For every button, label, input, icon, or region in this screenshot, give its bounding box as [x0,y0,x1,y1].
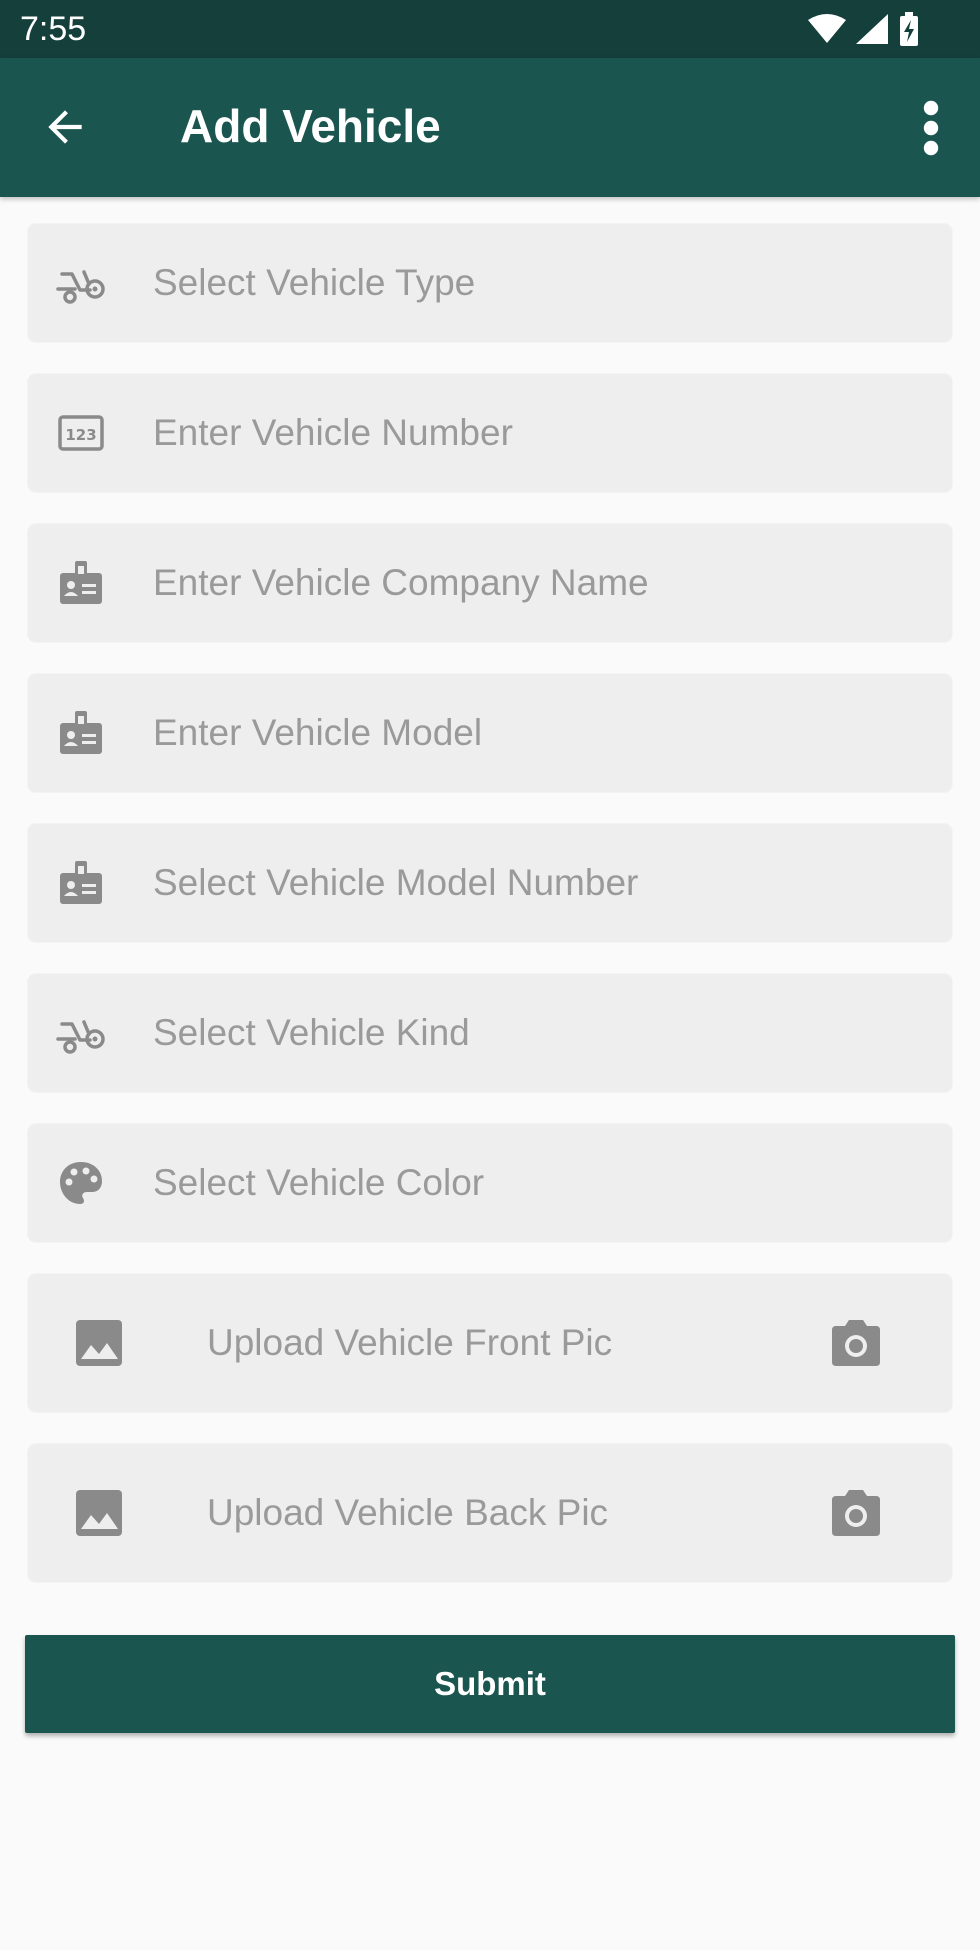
upload-back-pic[interactable]: Upload Vehicle Back Pic [28,1444,952,1582]
vehicle-kind-select[interactable]: Select Vehicle Kind [28,974,952,1092]
status-time: 7:55 [20,10,87,48]
vehicle-model-placeholder: Enter Vehicle Model [153,712,483,753]
palette-icon [60,1162,102,1204]
image-icon [76,1490,122,1536]
more-vert-icon[interactable] [916,100,946,156]
vehicle-model-number-placeholder: Select Vehicle Model Number [153,862,639,903]
vehicle-type-placeholder: Select Vehicle Type [153,262,476,303]
upload-front-pic[interactable]: Upload Vehicle Front Pic [28,1274,952,1412]
svg-text:123: 123 [65,426,96,444]
battery-charging-icon [900,12,918,46]
wifi-icon [808,14,846,43]
vehicle-number-input[interactable]: 123 Enter Vehicle Number [28,374,952,492]
bike-icon [56,270,105,304]
vehicle-model-input[interactable]: Enter Vehicle Model [28,674,952,792]
vehicle-type-select[interactable]: Select Vehicle Type [28,224,952,342]
page-title: Add Vehicle [180,100,441,152]
submit-button[interactable]: Submit [25,1635,955,1733]
number-123-icon: 123 [58,415,104,451]
vehicle-model-number-select[interactable]: Select Vehicle Model Number [28,824,952,942]
bike-icon [56,1020,105,1054]
status-bar: 7:55 [0,0,980,58]
upload-front-label: Upload Vehicle Front Pic [207,1322,613,1363]
id-badge-icon [60,861,102,904]
image-icon [76,1320,122,1366]
id-badge-icon [60,561,102,604]
status-icons [808,12,920,46]
app-bar: Add Vehicle [0,58,980,197]
vehicle-company-input[interactable]: Enter Vehicle Company Name [28,524,952,642]
id-badge-icon [60,711,102,754]
vehicle-color-select[interactable]: Select Vehicle Color [28,1124,952,1242]
vehicle-company-placeholder: Enter Vehicle Company Name [153,562,649,603]
arrow-back-icon[interactable] [40,102,90,152]
camera-icon[interactable] [828,1316,884,1370]
upload-back-label: Upload Vehicle Back Pic [207,1492,609,1533]
cell-signal-icon [856,14,888,44]
camera-icon[interactable] [828,1486,884,1540]
vehicle-kind-placeholder: Select Vehicle Kind [153,1012,470,1053]
vehicle-color-placeholder: Select Vehicle Color [153,1162,485,1203]
vehicle-number-placeholder: Enter Vehicle Number [153,412,513,453]
